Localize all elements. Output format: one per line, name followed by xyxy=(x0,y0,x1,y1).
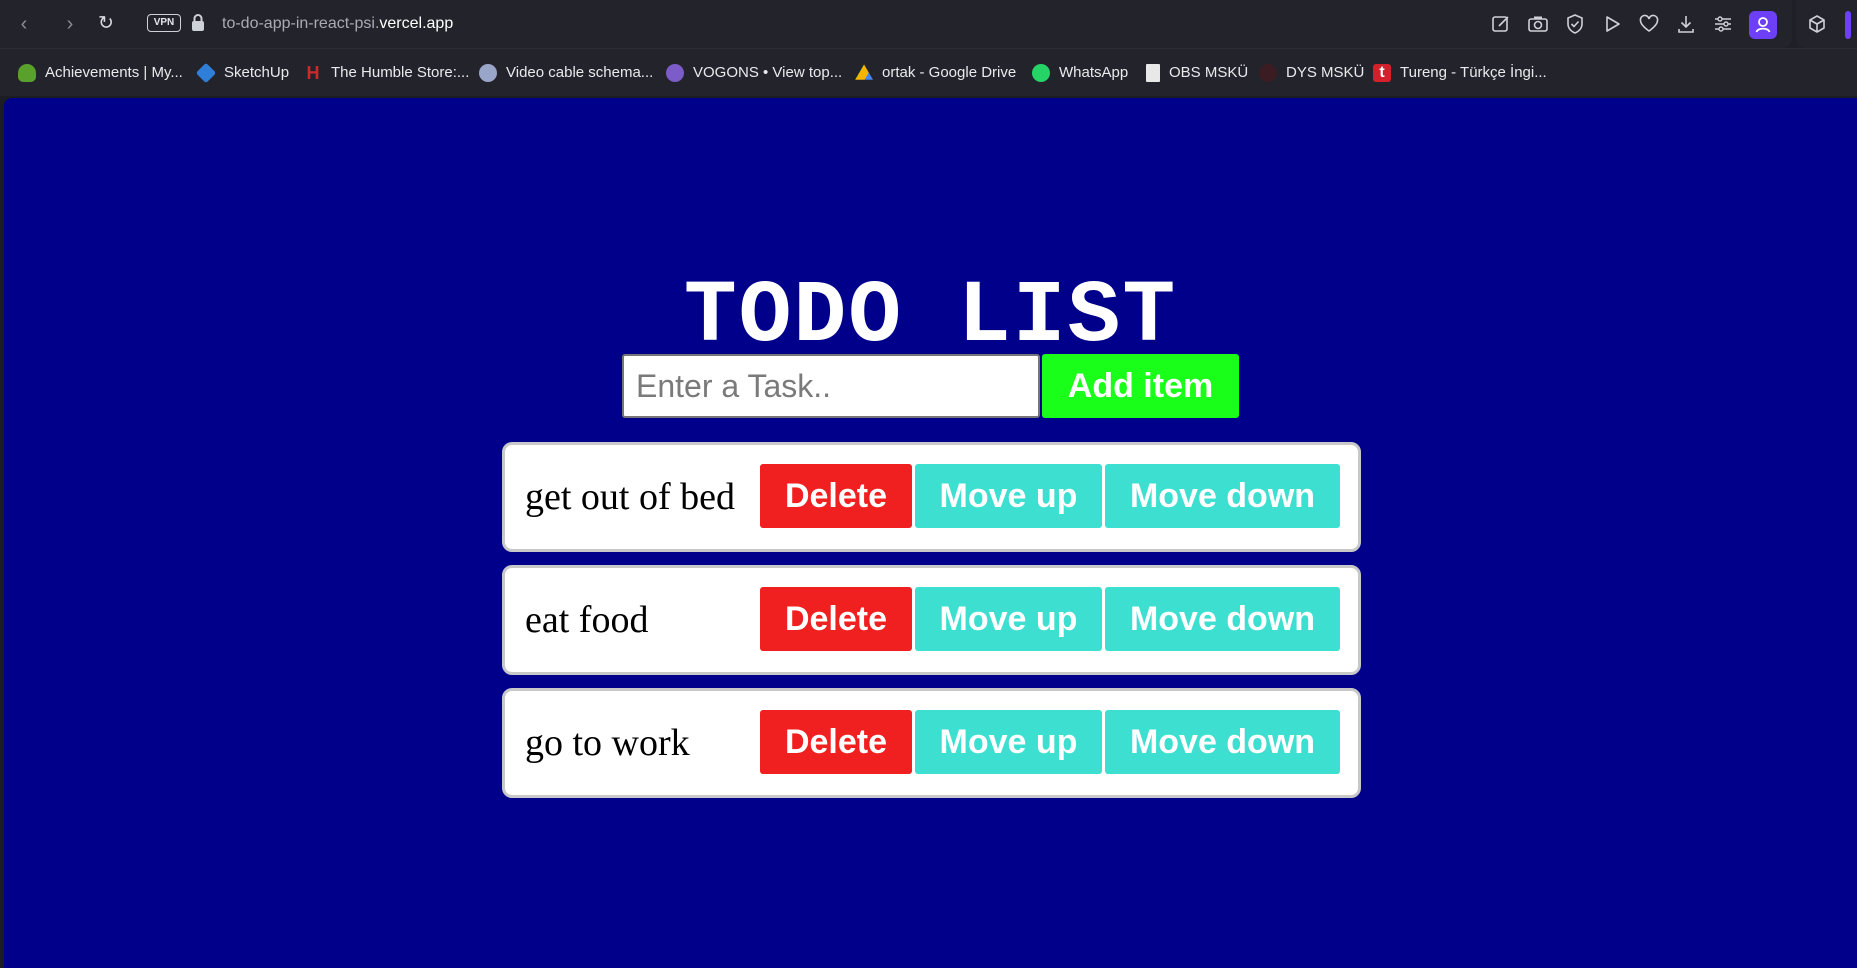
todo-text: eat food xyxy=(525,599,649,641)
tureng-icon: t xyxy=(1373,63,1391,82)
document-icon xyxy=(1146,63,1160,82)
move-down-button[interactable]: Move down xyxy=(1105,587,1340,651)
camera-icon[interactable] xyxy=(1527,13,1549,35)
vpn-badge[interactable]: VPN xyxy=(147,14,181,32)
bookmark-tureng[interactable]: t Tureng - Türkçe İngi... xyxy=(1373,49,1547,96)
move-up-button[interactable]: Move up xyxy=(915,710,1102,774)
bookmark-sketchup[interactable]: SketchUp xyxy=(195,49,290,96)
delete-button[interactable]: Delete xyxy=(760,710,912,774)
easy-setup-icon[interactable] xyxy=(1712,13,1734,35)
bookmark-label: Achievements | My... xyxy=(45,64,183,81)
bookmark-google-drive[interactable]: ortak - Google Drive xyxy=(855,49,1016,96)
whatsapp-icon xyxy=(1032,63,1050,82)
bookmark-vogons[interactable]: VOGONS • View top... xyxy=(666,49,842,96)
vogons-icon xyxy=(666,63,684,82)
globe-icon xyxy=(479,63,497,82)
reload-icon[interactable]: ↻ xyxy=(94,12,118,36)
url-prefix: to-do-app-in-react-psi. xyxy=(222,15,380,32)
cube-icon[interactable] xyxy=(1806,13,1828,35)
bookmark-humble[interactable]: H The Humble Store:... xyxy=(304,49,470,96)
google-drive-icon xyxy=(855,64,873,80)
browser-toolbar: ‹ › ↻ VPN to-do-app-in-react-psi.vercel.… xyxy=(0,0,1857,48)
back-icon[interactable]: ‹ xyxy=(12,12,36,36)
heart-icon[interactable] xyxy=(1638,13,1660,35)
lock-icon[interactable] xyxy=(189,13,207,33)
turtle-icon xyxy=(18,63,36,82)
todo-app-page: TODO LIST Add item get out of bed Delete… xyxy=(4,98,1857,968)
page-title: TODO LIST xyxy=(683,268,1178,367)
bookmark-label: WhatsApp xyxy=(1059,64,1129,81)
bookmark-label: Video cable schema... xyxy=(506,64,654,81)
bookmarks-bar: Achievements | My... SketchUp H The Humbl… xyxy=(0,48,1857,96)
bookmark-label: ortak - Google Drive xyxy=(882,64,1017,81)
profile-avatar[interactable] xyxy=(1749,11,1777,39)
dys-icon xyxy=(1259,63,1277,82)
move-up-button[interactable]: Move up xyxy=(915,464,1102,528)
edit-icon[interactable] xyxy=(1490,13,1512,35)
todo-item: get out of bed Delete Move up Move down xyxy=(502,442,1361,552)
bookmark-label: OBS MSKÜ xyxy=(1169,64,1249,81)
sidebar-indicator xyxy=(1845,11,1851,39)
bookmark-obs[interactable]: OBS MSKÜ xyxy=(1146,49,1248,96)
url-domain: vercel.app xyxy=(379,15,454,32)
forward-icon[interactable]: › xyxy=(58,12,82,36)
bookmark-video-cable[interactable]: Video cable schema... xyxy=(479,49,653,96)
download-icon[interactable] xyxy=(1675,13,1697,35)
delete-button[interactable]: Delete xyxy=(760,464,912,528)
bookmark-label: Tureng - Türkçe İngi... xyxy=(1400,64,1547,81)
sketchup-icon xyxy=(195,62,217,83)
shield-icon[interactable] xyxy=(1564,13,1586,35)
bookmark-label: VOGONS • View top... xyxy=(693,64,843,81)
todo-text: get out of bed xyxy=(525,476,736,518)
todo-item: eat food Delete Move up Move down xyxy=(502,565,1361,675)
move-down-button[interactable]: Move down xyxy=(1105,464,1340,528)
humble-icon: H xyxy=(306,62,320,83)
bookmark-dys[interactable]: DYS MSKÜ xyxy=(1259,49,1364,96)
todo-text: go to work xyxy=(525,722,690,764)
bookmark-label: DYS MSKÜ xyxy=(1286,64,1365,81)
bookmark-achievements[interactable]: Achievements | My... xyxy=(18,49,183,96)
task-input[interactable] xyxy=(622,354,1040,418)
bookmark-label: SketchUp xyxy=(224,64,290,81)
delete-button[interactable]: Delete xyxy=(760,587,912,651)
user-icon xyxy=(1755,17,1771,33)
move-up-button[interactable]: Move up xyxy=(915,587,1102,651)
bookmark-label: The Humble Store:... xyxy=(331,64,470,81)
move-down-button[interactable]: Move down xyxy=(1105,710,1340,774)
address-bar[interactable]: to-do-app-in-react-psi.vercel.app xyxy=(222,14,453,34)
todo-item: go to work Delete Move up Move down xyxy=(502,688,1361,798)
add-item-button[interactable]: Add item xyxy=(1042,354,1239,418)
play-icon[interactable] xyxy=(1601,13,1623,35)
bookmark-whatsapp[interactable]: WhatsApp xyxy=(1032,49,1128,96)
